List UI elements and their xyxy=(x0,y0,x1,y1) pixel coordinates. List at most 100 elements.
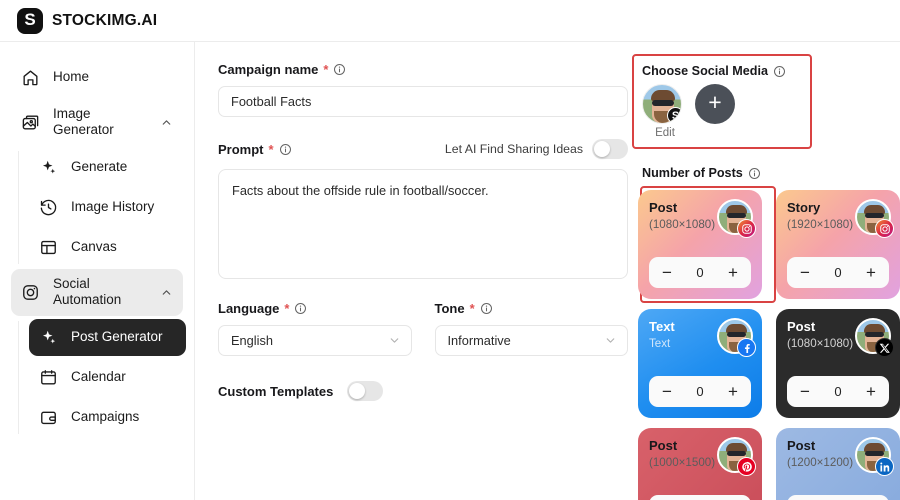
tone-select[interactable]: Informative xyxy=(434,325,628,356)
prompt-label: Prompt * xyxy=(218,142,292,157)
sidebar-item-campaigns[interactable]: Campaigns xyxy=(29,399,186,436)
prompt-value: Facts about the offside rule in football… xyxy=(232,183,489,198)
sidebar-item-home[interactable]: Home xyxy=(11,59,183,96)
sidebar-item-social-automation[interactable]: Social Automation xyxy=(11,268,183,316)
custom-templates-toggle[interactable] xyxy=(347,381,384,401)
sidebar-item-calendar[interactable]: Calendar xyxy=(29,359,186,396)
home-icon xyxy=(21,68,40,87)
number-of-posts-title: Number of Posts xyxy=(642,166,761,180)
increment-button[interactable]: + xyxy=(728,383,738,400)
sidebar-item-image-history[interactable]: Image History xyxy=(29,189,186,226)
info-icon[interactable] xyxy=(333,63,346,76)
post-count-value: 0 xyxy=(696,384,704,399)
choose-social-media-title-text: Choose Social Media xyxy=(642,64,768,78)
info-icon[interactable] xyxy=(294,302,307,315)
sidebar-item-image-generator[interactable]: Image Generator xyxy=(11,99,183,146)
post-count-stepper: − 0 + xyxy=(649,376,751,407)
prompt-label-text: Prompt xyxy=(218,141,264,157)
toggle-knob xyxy=(349,383,366,399)
instagram-icon xyxy=(875,219,894,238)
post-type-cards: Post (1080×1080) − 0 + Story (1920×1080)… xyxy=(638,190,900,500)
sidebar-item-canvas[interactable]: Canvas xyxy=(29,229,186,266)
edit-account-link[interactable]: Edit xyxy=(642,127,688,139)
campaign-name-value: Football Facts xyxy=(231,94,312,109)
post-count-stepper: − 0 + xyxy=(787,257,889,288)
campaign-name-label-text: Campaign name xyxy=(218,62,319,77)
post-count-value: 0 xyxy=(834,384,842,399)
post-card-pinterest-post[interactable]: Post (1000×1500) − 0 + xyxy=(638,428,762,500)
post-count-stepper: − 0 + xyxy=(649,495,751,500)
post-count-value: 0 xyxy=(696,265,704,280)
post-card-instagram-post[interactable]: Post (1080×1080) − 0 + xyxy=(638,190,762,299)
toggle-knob xyxy=(594,141,610,157)
tone-value: Informative xyxy=(447,333,511,348)
chevron-up-icon[interactable] xyxy=(160,286,173,299)
chevron-down-icon xyxy=(390,338,398,343)
sparkle-icon xyxy=(39,328,58,347)
decrement-button[interactable]: − xyxy=(662,264,672,281)
let-ai-find-sharing-ideas-toggle[interactable] xyxy=(592,139,628,159)
avatar xyxy=(855,437,894,476)
decrement-button[interactable]: − xyxy=(800,264,810,281)
account-badge-letter: S xyxy=(671,109,680,122)
facebook-icon xyxy=(737,338,756,357)
sidebar-item-label: Social Automation xyxy=(53,275,122,308)
wallet-icon xyxy=(39,408,58,427)
canvas-icon xyxy=(39,238,58,257)
tone-field: Tone * Informative xyxy=(434,301,629,356)
ai-ideas-label: Let AI Find Sharing Ideas xyxy=(444,142,583,156)
language-select[interactable]: English xyxy=(218,325,412,356)
number-of-posts-title-text: Number of Posts xyxy=(642,166,743,180)
campaign-name-label: Campaign name * xyxy=(218,62,628,77)
post-card-instagram-story[interactable]: Story (1920×1080) − 0 + xyxy=(776,190,900,299)
connected-account[interactable]: S Edit xyxy=(642,84,688,139)
info-icon[interactable] xyxy=(279,143,292,156)
info-icon[interactable] xyxy=(748,167,761,180)
logo-letter: S xyxy=(24,10,36,29)
increment-button[interactable]: + xyxy=(866,264,876,281)
sidebar-item-label: Image History xyxy=(71,199,155,215)
sidebar-item-generate[interactable]: Generate xyxy=(29,149,186,186)
social-automation-subnav: Post Generator Calendar Campaigns xyxy=(18,318,194,436)
post-card-x-post[interactable]: Post (1080×1080) − 0 + xyxy=(776,309,900,418)
post-card-linkedin-post[interactable]: Post (1200×1200) − 0 + xyxy=(776,428,900,500)
instagram-icon xyxy=(21,283,40,302)
post-card-facebook-text[interactable]: Text Text − 0 + xyxy=(638,309,762,418)
language-label: Language * xyxy=(218,301,412,316)
tone-label: Tone * xyxy=(435,301,629,316)
post-count-value: 0 xyxy=(834,265,842,280)
sidebar-item-post-generator[interactable]: Post Generator xyxy=(29,318,186,356)
avatar xyxy=(855,318,894,357)
linkedin-icon xyxy=(875,457,894,476)
sidebar-item-label: Post Generator xyxy=(71,329,163,345)
increment-button[interactable]: + xyxy=(728,264,738,281)
prompt-textarea[interactable]: Facts about the offside rule in football… xyxy=(218,169,628,279)
chevron-down-icon xyxy=(606,338,615,343)
campaign-name-input[interactable]: Football Facts xyxy=(218,86,628,117)
sparkle-icon xyxy=(39,158,58,177)
image-generator-subnav: Generate Image History Canvas xyxy=(18,149,194,266)
decrement-button[interactable]: − xyxy=(662,383,672,400)
sidebar-item-label: Campaigns xyxy=(71,409,140,425)
plus-icon: + xyxy=(708,88,722,115)
decrement-button[interactable]: − xyxy=(800,383,810,400)
increment-button[interactable]: + xyxy=(866,383,876,400)
stockimg-badge-icon: S xyxy=(667,107,681,123)
stockimg-logo-icon[interactable]: S xyxy=(17,7,43,34)
custom-templates-label: Custom Templates xyxy=(218,383,334,399)
main-content: Campaign name * Football Facts Prompt * xyxy=(196,42,900,500)
avatar xyxy=(717,199,756,238)
sidebar-item-label: Calendar xyxy=(71,369,126,385)
post-count-stepper: − 0 + xyxy=(649,257,751,288)
avatar xyxy=(855,199,894,238)
info-icon[interactable] xyxy=(480,302,493,315)
brand-title: STOCKIMG.AI xyxy=(52,11,158,29)
avatar: S xyxy=(642,84,682,124)
chevron-up-icon[interactable] xyxy=(160,116,173,129)
info-icon[interactable] xyxy=(773,65,786,78)
language-value: English xyxy=(231,333,273,348)
add-social-account-button[interactable]: + xyxy=(695,84,735,124)
pinterest-icon xyxy=(737,457,756,476)
required-asterisk: * xyxy=(323,62,329,77)
sidebar-item-label: Canvas xyxy=(71,239,117,255)
